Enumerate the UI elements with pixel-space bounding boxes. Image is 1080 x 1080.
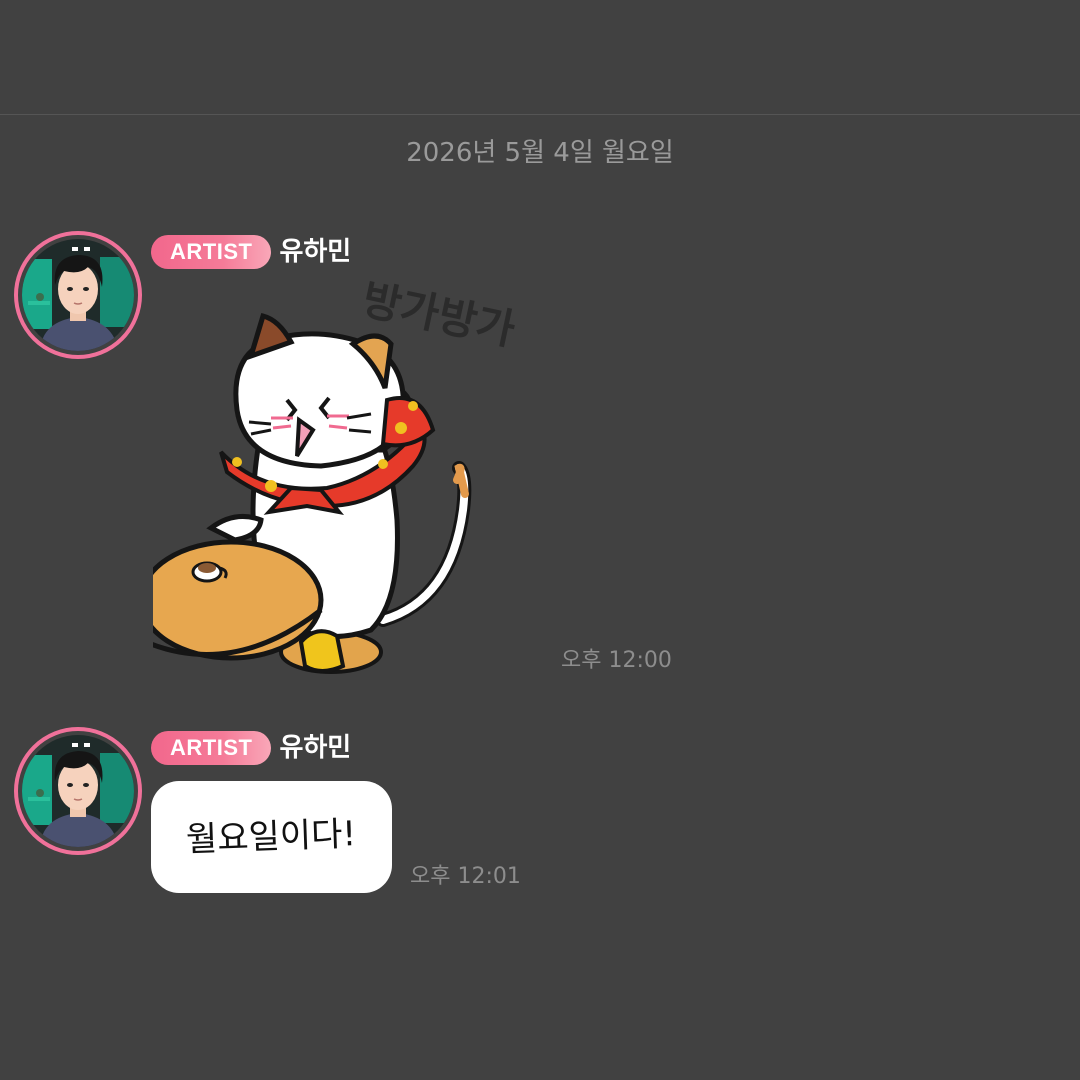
message-bubble[interactable]: 월요일이다! <box>151 781 392 893</box>
sender-row: ARTIST 유하민 <box>151 729 351 767</box>
message-timestamp: 오후 12:00 <box>561 648 672 673</box>
cat-sticker-icon: 방가방가 <box>138 275 519 680</box>
cat-waving-sticker[interactable]: 방가방가 <box>138 275 541 680</box>
profile-illustration-icon <box>22 239 134 351</box>
sender-name[interactable]: 유하민 <box>279 729 351 767</box>
message-timestamp: 오후 12:01 <box>410 864 521 889</box>
artist-badge: ARTIST <box>151 731 272 765</box>
chat-screen: 2026년 5월 4일 월요일 ARTIST 유하민 방가방가 오후 12:00… <box>0 0 1080 1080</box>
artist-badge: ARTIST <box>151 235 272 269</box>
sender-row: ARTIST 유하민 <box>151 233 351 271</box>
date-separator: 2026년 5월 4일 월요일 <box>406 138 674 168</box>
avatar[interactable] <box>14 231 142 359</box>
header-bar <box>0 0 1080 114</box>
avatar[interactable] <box>14 727 142 855</box>
profile-illustration-icon <box>22 735 134 847</box>
sender-name[interactable]: 유하민 <box>279 233 351 271</box>
message-text: 월요일이다! <box>185 814 358 860</box>
header-divider <box>0 114 1080 115</box>
